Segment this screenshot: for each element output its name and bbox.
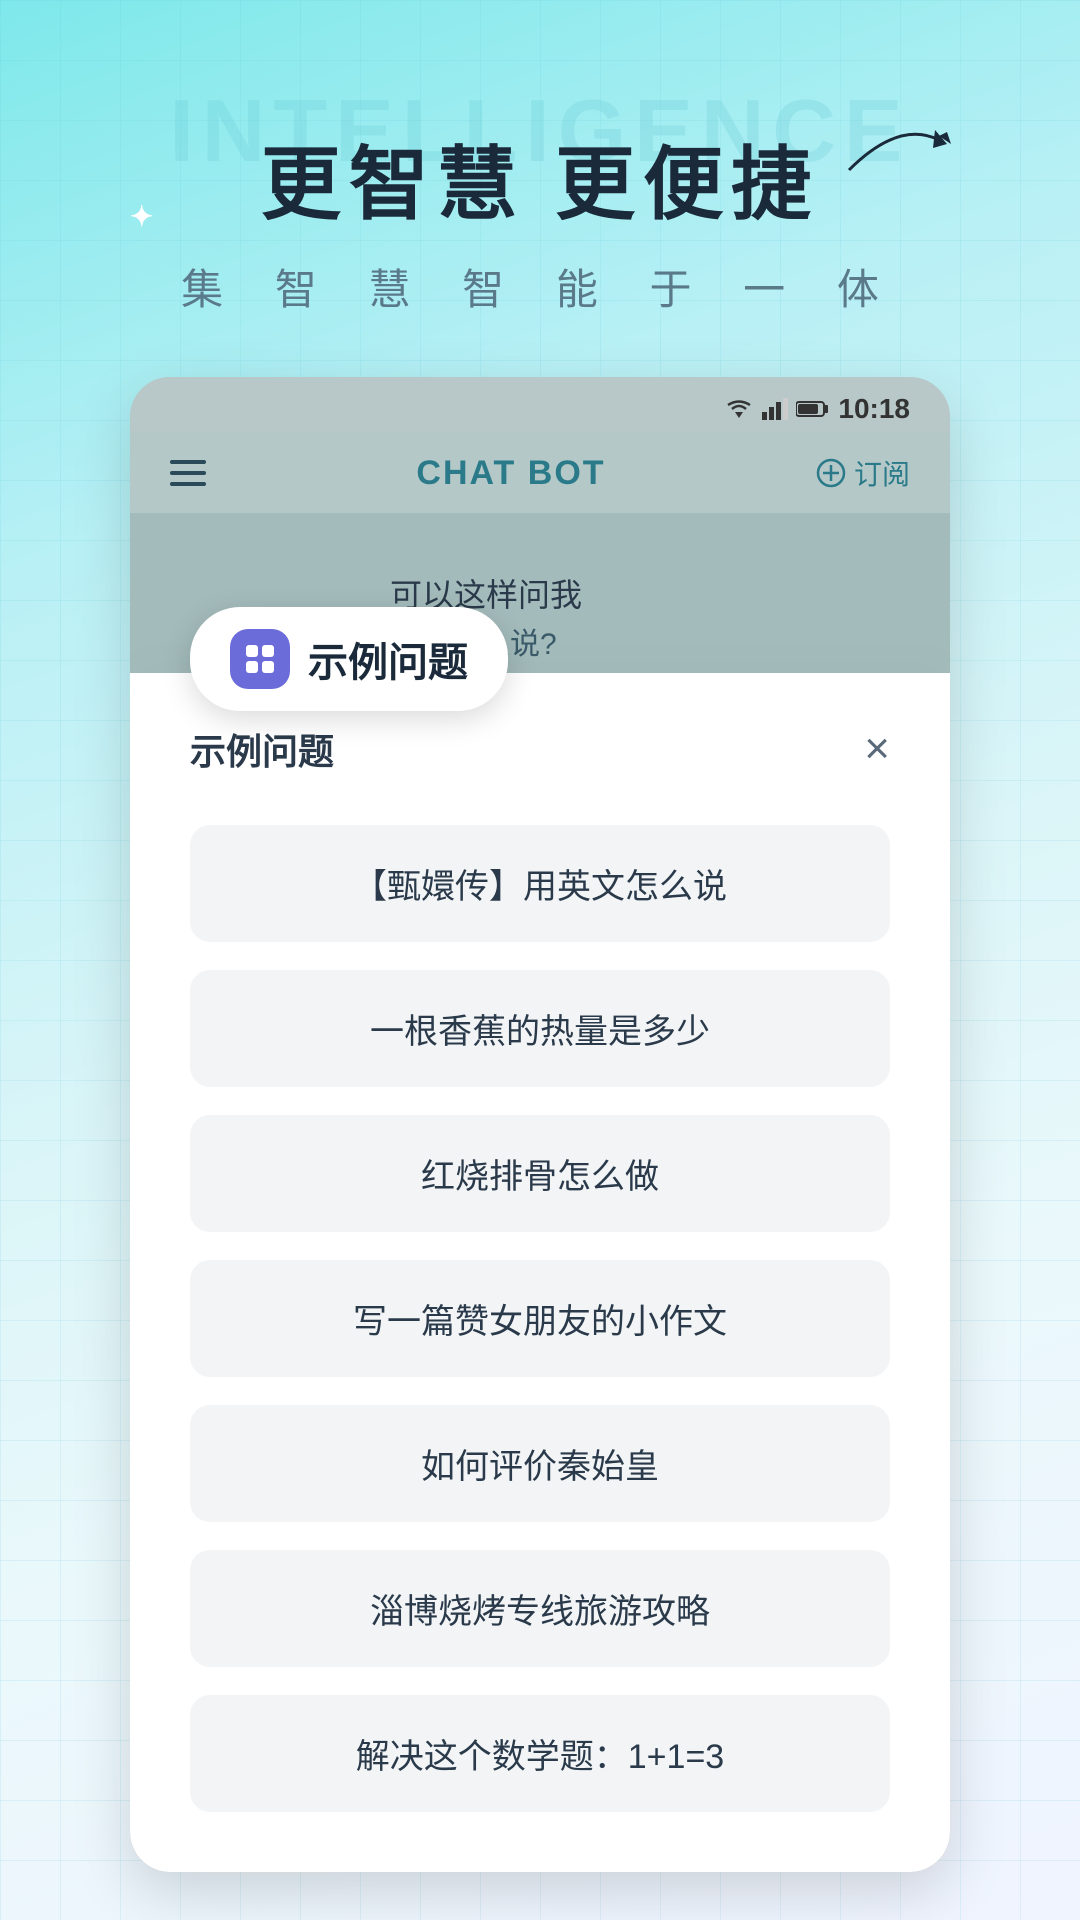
close-button[interactable]: × bbox=[864, 727, 890, 771]
question-text-3: 红烧排骨怎么做 bbox=[421, 1158, 659, 1196]
badge-label: 示例问题 bbox=[308, 630, 468, 688]
question-item-1[interactable]: 【甄嬛传】用英文怎么说 bbox=[190, 825, 890, 942]
app-title: CHAT BOT bbox=[416, 454, 605, 493]
example-questions-modal: 示例问题 × 【甄嬛传】用英文怎么说 一根香蕉的热量是多少 红烧排骨怎么做 bbox=[130, 673, 950, 1872]
wifi-icon bbox=[724, 398, 754, 420]
question-list: 【甄嬛传】用英文怎么说 一根香蕉的热量是多少 红烧排骨怎么做 写一篇赞女朋友的小… bbox=[190, 825, 890, 1812]
battery-icon bbox=[796, 400, 830, 418]
question-item-5[interactable]: 如何评价秦始皇 bbox=[190, 1405, 890, 1522]
modal-header: 示例问题 × bbox=[190, 723, 890, 775]
sparkle-decoration: ✦ bbox=[130, 200, 153, 233]
hero-subtitle: 集 智 慧 智 能 于 一 体 bbox=[181, 256, 899, 317]
app-header: CHAT BOT 订阅 bbox=[130, 433, 950, 513]
modal-title: 示例问题 bbox=[190, 723, 334, 775]
hero-title-text: 更智慧 更便捷 bbox=[261, 120, 819, 236]
signal-icon bbox=[762, 398, 788, 420]
question-text-7: 解决这个数学题：1+1=3 bbox=[356, 1738, 724, 1776]
question-item-3[interactable]: 红烧排骨怎么做 bbox=[190, 1115, 890, 1232]
question-item-7[interactable]: 解决这个数学题：1+1=3 bbox=[190, 1695, 890, 1812]
hamburger-icon[interactable] bbox=[170, 460, 206, 486]
question-text-2: 一根香蕉的热量是多少 bbox=[370, 1013, 710, 1051]
plus-circle-icon bbox=[816, 458, 846, 488]
question-text-1: 【甄嬛传】用英文怎么说 bbox=[353, 868, 727, 906]
example-questions-badge[interactable]: 示例问题 bbox=[190, 607, 508, 711]
question-text-6: 淄博烧烤专线旅游攻略 bbox=[370, 1593, 710, 1631]
subscribe-button[interactable]: 订阅 bbox=[816, 453, 910, 493]
subscribe-label: 订阅 bbox=[854, 453, 910, 493]
badge-icon-box bbox=[230, 629, 290, 689]
question-item-6[interactable]: 淄博烧烤专线旅游攻略 bbox=[190, 1550, 890, 1667]
status-time: 10:18 bbox=[838, 393, 910, 425]
question-text-5: 如何评价秦始皇 bbox=[421, 1448, 659, 1486]
grid-icon bbox=[242, 641, 278, 677]
question-text-4: 写一篇赞女朋友的小作文 bbox=[353, 1303, 727, 1341]
status-bar: 10:18 bbox=[130, 377, 950, 433]
question-item-4[interactable]: 写一篇赞女朋友的小作文 bbox=[190, 1260, 890, 1377]
arrow-decoration bbox=[839, 110, 959, 190]
question-item-2[interactable]: 一根香蕉的热量是多少 bbox=[190, 970, 890, 1087]
hero-title: 更智慧 更便捷 bbox=[261, 120, 819, 236]
